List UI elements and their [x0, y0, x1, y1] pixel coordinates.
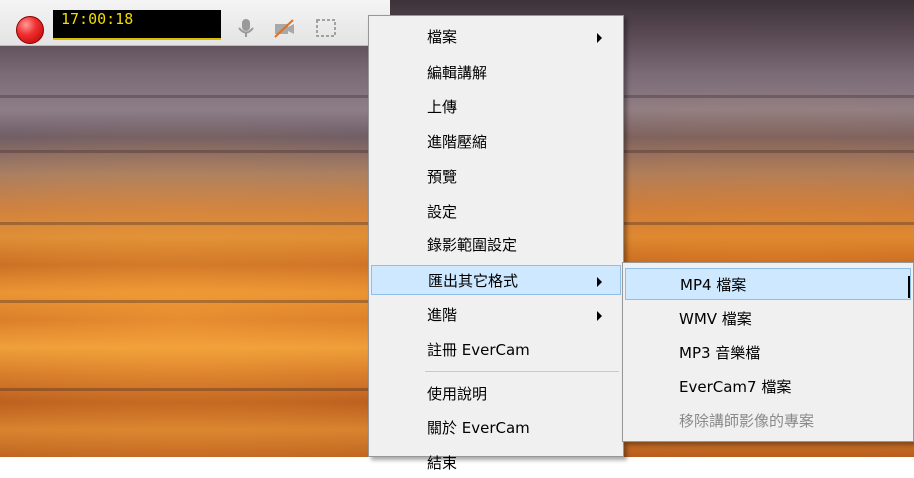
submenu-arrow-icon	[597, 277, 602, 287]
record-icon[interactable]	[16, 16, 44, 44]
submenu-item-mp3[interactable]: MP3 音樂檔	[625, 337, 911, 369]
submenu-item-evercam7[interactable]: EverCam7 檔案	[625, 371, 911, 403]
export-submenu: MP4 檔案 WMV 檔案 MP3 音樂檔 EverCam7 檔案 移除講師影像…	[622, 262, 914, 442]
menu-item-register[interactable]: 註冊 EverCam	[371, 335, 621, 365]
menu-item-edit-narration[interactable]: 編輯講解	[371, 58, 621, 88]
menu-item-advanced[interactable]: 進階	[371, 300, 621, 330]
menu-item-about[interactable]: 關於 EverCam	[371, 413, 621, 443]
menu-item-recording-area[interactable]: 錄影範圍設定	[371, 230, 621, 260]
region-select-icon[interactable]	[314, 16, 338, 40]
submenu-arrow-icon	[597, 311, 602, 321]
submenu-item-wmv[interactable]: WMV 檔案	[625, 303, 911, 335]
recorder-toolbar: 17:00:18	[0, 0, 390, 46]
camera-off-icon[interactable]	[272, 16, 296, 40]
microphone-icon[interactable]	[234, 16, 258, 40]
context-menu: 檔案 編輯講解 上傳 進階壓縮 預覽 設定 錄影範圍設定 匯出其它格式 進階 註…	[368, 15, 624, 472]
menu-item-export-formats[interactable]: 匯出其它格式	[371, 265, 621, 295]
menu-separator	[425, 371, 619, 372]
menu-item-exit[interactable]: 結束	[371, 448, 621, 478]
menu-item-preview[interactable]: 預覽	[371, 162, 621, 192]
recording-timer: 17:00:18	[53, 10, 221, 40]
menu-item-settings[interactable]: 設定	[371, 197, 621, 227]
menu-item-advanced-compress[interactable]: 進階壓縮	[371, 127, 621, 157]
menu-item-file[interactable]: 檔案	[371, 22, 621, 52]
text-cursor-icon	[908, 276, 910, 298]
submenu-item-mp4[interactable]: MP4 檔案	[625, 268, 911, 300]
submenu-item-remove-presenter: 移除講師影像的專案	[679, 412, 815, 430]
submenu-arrow-icon	[597, 33, 602, 43]
menu-item-upload[interactable]: 上傳	[371, 92, 621, 122]
menu-item-help[interactable]: 使用說明	[371, 379, 621, 409]
